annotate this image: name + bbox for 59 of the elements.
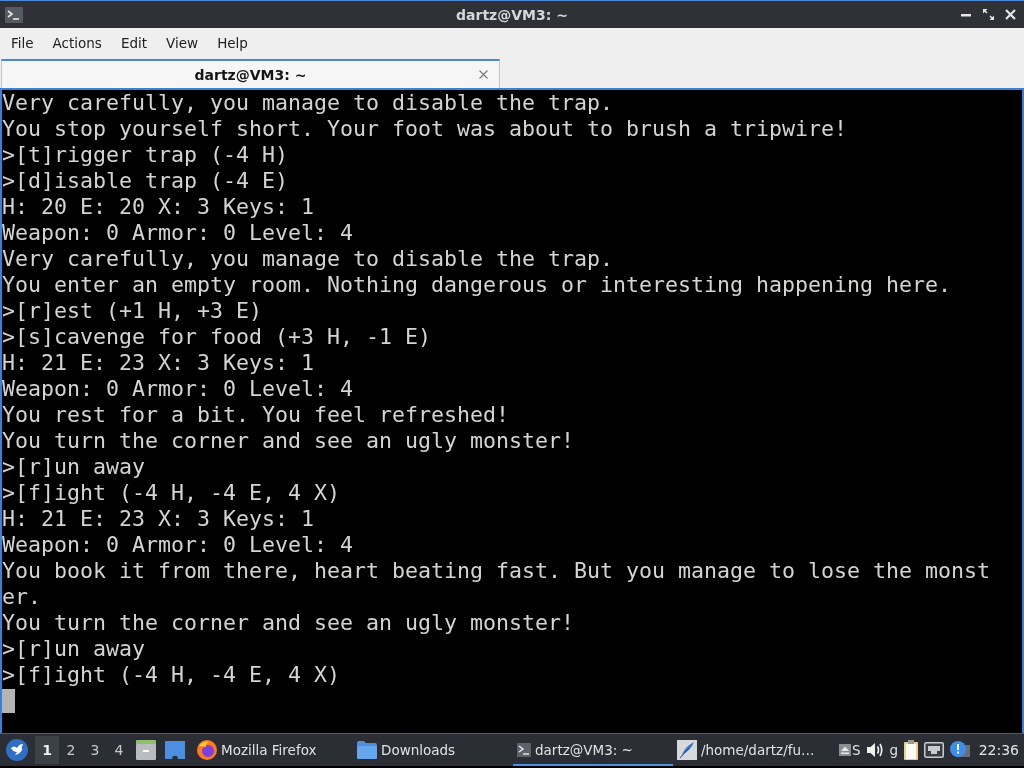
taskbar-task[interactable]: /home/dartz/fu… [673, 734, 833, 766]
workspace-button[interactable]: 4 [107, 736, 131, 764]
terminal-tab[interactable]: dartz@VM3: ~ [1, 59, 500, 88]
clock[interactable]: 22:36 [978, 742, 1019, 758]
terminal-line: H: 20 E: 20 X: 3 Keys: 1 [2, 194, 315, 220]
terminal-line: >[d]isable trap (-4 E) [2, 168, 289, 194]
menu-item[interactable]: Edit [111, 30, 157, 55]
terminal-line: You stop yourself short. Your foot was about to brush a tripwire! [2, 116, 849, 142]
menu-item[interactable]: File [2, 30, 43, 55]
taskbar-task[interactable]: Mozilla Firefox [193, 734, 353, 766]
tab-close-button[interactable] [478, 69, 489, 80]
text-cursor [2, 689, 15, 713]
window-title: dartz@VM3: ~ [455, 6, 569, 23]
file-cabinet-icon [136, 740, 156, 760]
terminal-line: You rest for a bit. You feel refreshed! [2, 402, 511, 428]
terminal-line: You book it from there, heart beating fast. But you manage to lose the monster. [2, 558, 991, 610]
taskbar-task[interactable]: dartz@VM3: ~ [513, 734, 673, 766]
terminal-line: >[t]rigger trap (-4 H) [2, 142, 289, 168]
terminal-line: You turn the corner and see an ugly monster! [2, 428, 576, 454]
terminal-line: >[r]un away [2, 454, 146, 480]
terminal-line: Weapon: 0 Armor: 0 Level: 4 [2, 220, 354, 246]
bird-icon [6, 739, 28, 761]
workspace-button[interactable]: 2 [59, 736, 83, 764]
clipboard-icon [904, 740, 919, 760]
terminal-line: Weapon: 0 Armor: 0 Level: 4 [2, 376, 354, 402]
workspace-button[interactable]: 1 [35, 736, 59, 764]
menu-item[interactable]: View [157, 30, 208, 55]
terminal-line: You enter an empty room. Nothing dangerous or interesting happening here. [2, 272, 953, 298]
terminal-view[interactable] [0, 90, 1024, 733]
maximize-icon [982, 9, 994, 20]
terminal-icon [517, 743, 531, 757]
terminal-line: >[f]ight (-4 H, -4 E, 4 X) [2, 480, 341, 506]
terminal-line: >[r]est (+1 H, +3 E) [2, 298, 263, 324]
folder-icon [357, 741, 377, 759]
terminal-line: H: 21 E: 23 X: 3 Keys: 1 [2, 350, 315, 376]
close-icon [479, 70, 488, 79]
workspace-button[interactable]: 3 [83, 736, 107, 764]
browser-icon [197, 740, 217, 760]
menu-item[interactable]: Actions [43, 30, 111, 55]
terminal-line: >[r]un away [2, 636, 146, 662]
terminal-line: >[s]cavenge for food (+3 H, -1 E) [2, 324, 433, 350]
eject-icon [839, 744, 851, 756]
terminal-line: Weapon: 0 Armor: 0 Level: 4 [2, 532, 354, 558]
terminal-icon [5, 6, 23, 23]
screen-icon [165, 741, 185, 759]
feather-icon [677, 740, 697, 760]
speaker-icon [866, 742, 884, 758]
alert-icon [950, 741, 971, 759]
terminal-line: >[f]ight (-4 H, -4 E, 4 X) [2, 662, 341, 688]
terminal-line: You turn the corner and see an ugly monster! [2, 610, 576, 636]
network-port-icon [924, 742, 945, 758]
terminal-line: Very carefully, you manage to disable the trap. [2, 90, 615, 116]
terminal-line: Very carefully, you manage to disable the trap. [2, 246, 615, 272]
menu-item[interactable]: Help [208, 30, 257, 55]
taskbar-task[interactable]: Downloads [353, 734, 513, 766]
terminal-line: H: 21 E: 23 X: 3 Keys: 1 [2, 506, 315, 532]
eject-button[interactable]: S [839, 736, 861, 764]
close-icon [1004, 9, 1016, 20]
tray-label[interactable]: g [889, 736, 899, 764]
